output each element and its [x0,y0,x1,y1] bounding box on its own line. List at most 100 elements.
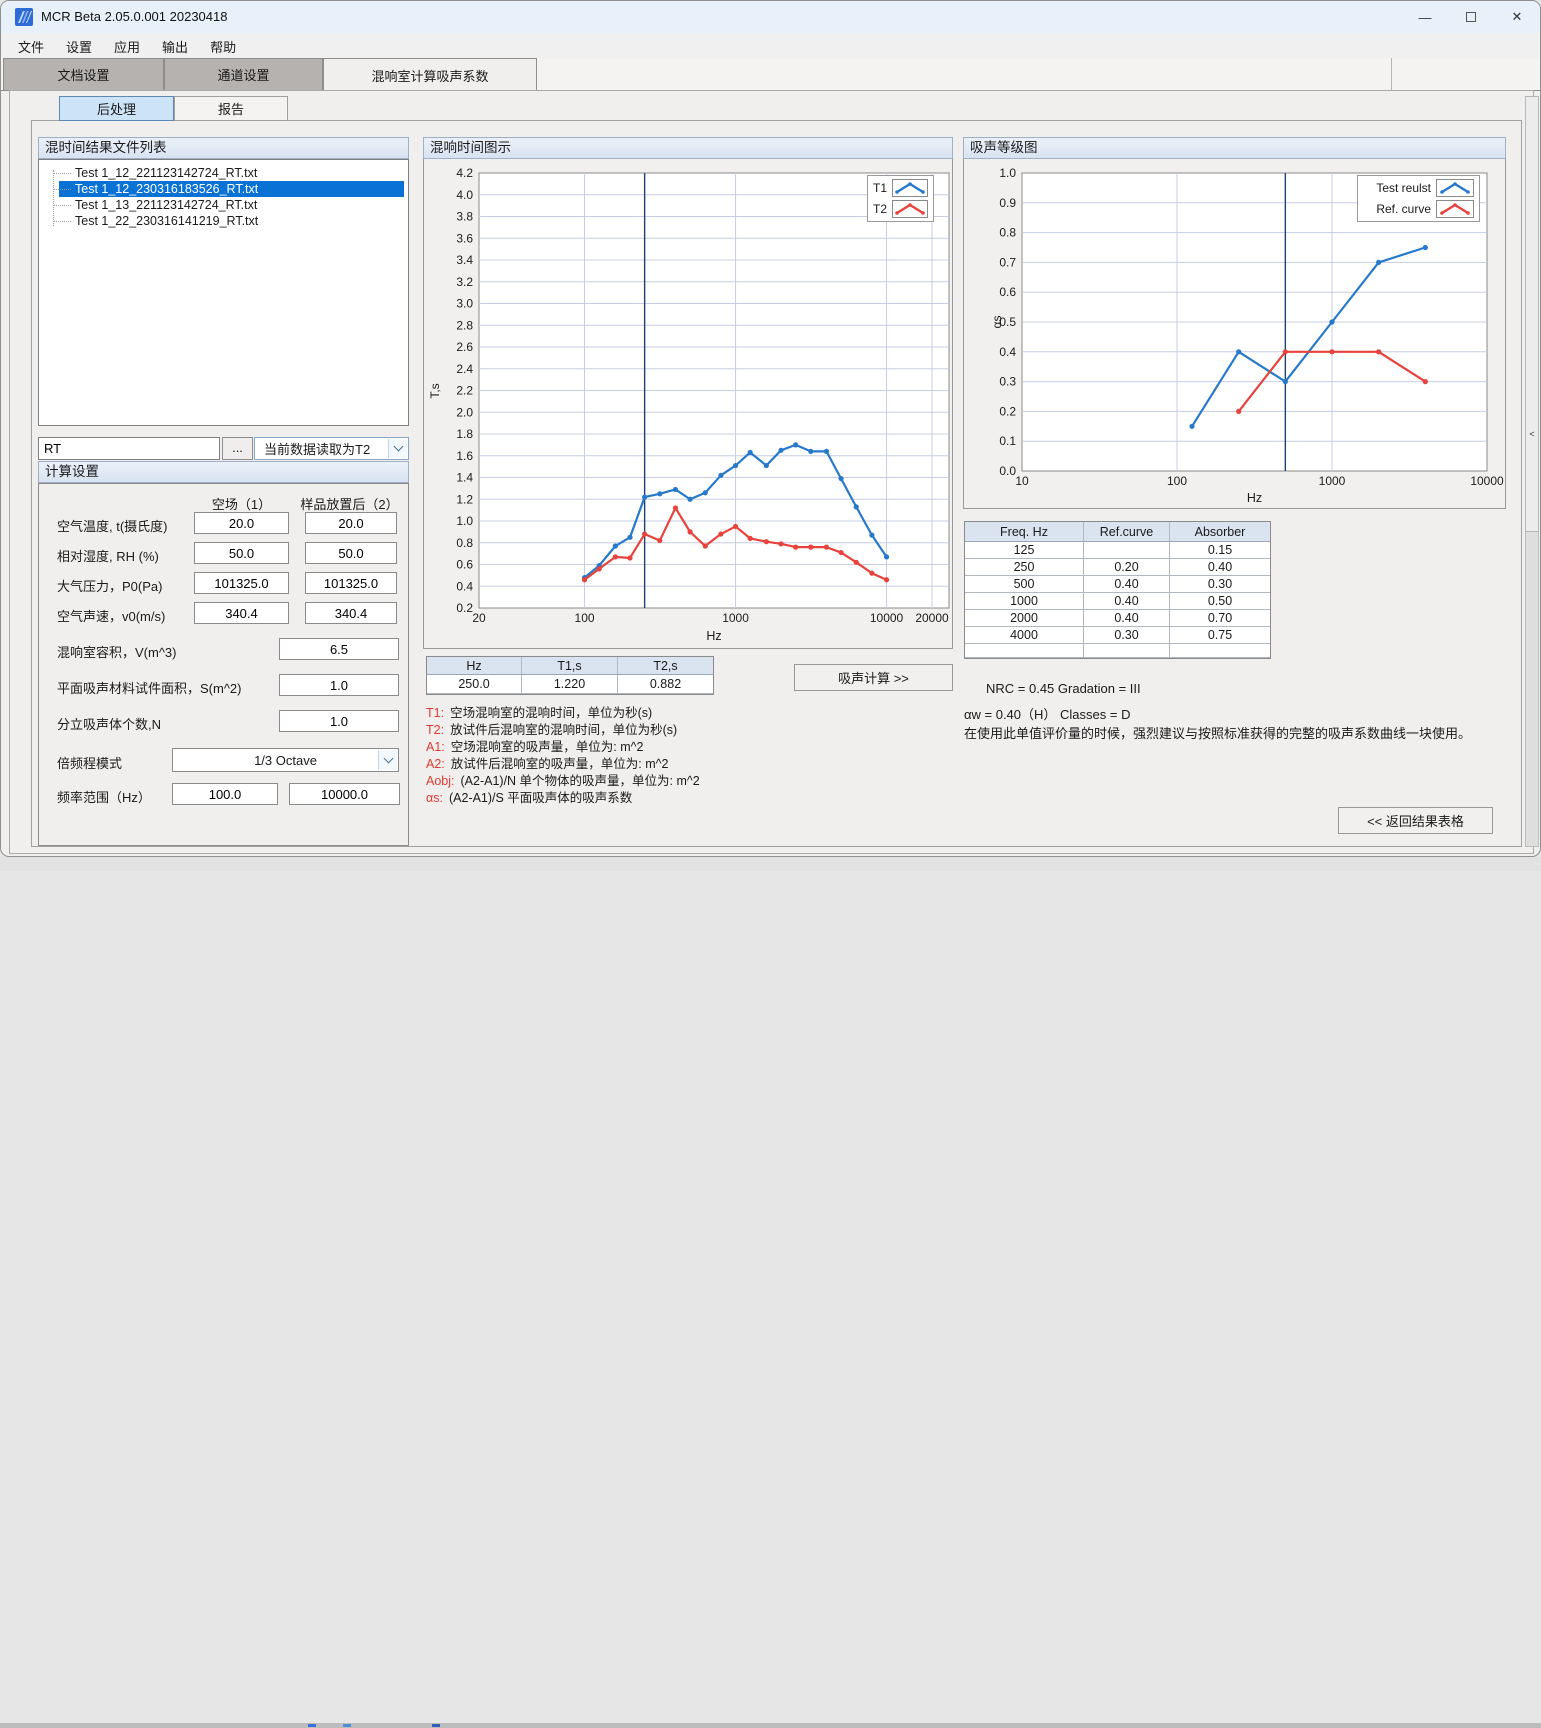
freq-min-input[interactable] [172,783,278,805]
note-text-0: 空场混响室的混响时间，单位为秒(s) [450,706,652,720]
freq-max-input[interactable] [289,783,400,805]
absorb-calc-button[interactable]: 吸声计算 >> [794,664,953,691]
svg-text:4.0: 4.0 [456,188,473,202]
svg-text:3.8: 3.8 [456,210,473,224]
note-key-5: αs: [426,791,443,805]
rt-file-list[interactable]: Test 1_12_221123142724_RT.txtTest 1_12_2… [38,159,409,426]
series-curve-icon [892,200,928,218]
table-cell-5-2: 0.75 [1170,627,1270,644]
tab-2[interactable]: 混响室计算吸声系数 [323,58,537,91]
setting-input-2-2[interactable] [305,572,397,594]
subtab-report[interactable]: 报告 [174,96,288,121]
table-cell-2-1: 0.40 [1084,576,1170,593]
table-row: 20000.400.70 [965,610,1270,627]
svg-text:0.2: 0.2 [999,404,1016,418]
note-line-3: A2:放试件后混响室的吸声量，单位为: m^2 [426,756,700,773]
menu-bar: 文件设置应用输出帮助 [1,33,1540,57]
table-cell-6-1 [1084,644,1170,658]
table-cell-5-0: 4000 [965,627,1084,644]
svg-text:3.2: 3.2 [456,275,473,289]
svg-text:20000: 20000 [915,611,949,625]
svg-text:3.6: 3.6 [456,231,473,245]
rt-name-input[interactable] [38,437,220,460]
svg-text:0.6: 0.6 [999,285,1016,299]
col-header-with-sample: 样品放置后（2） [297,494,402,513]
table-header-cell-0-0: Hz [427,657,522,675]
table-cell-3-0: 1000 [965,593,1084,610]
svg-text:1.0: 1.0 [456,514,473,528]
menu-item-3[interactable]: 输出 [151,33,199,57]
tabstrip-divider [1391,58,1392,91]
svg-text:0.6: 0.6 [456,558,473,572]
setting-input-2-1[interactable] [194,572,289,594]
tab-1[interactable]: 通道设置 [164,58,323,90]
file-list-item-2[interactable]: Test 1_13_221123142724_RT.txt [59,197,404,213]
legend-label-1: T2 [873,202,887,216]
file-list-item-3[interactable]: Test 1_22_230316141219_RT.txt [59,213,404,229]
table-cell-0-1: 1.220 [522,675,618,694]
combo-value: 当前数据读取为T2 [264,439,370,458]
table-row: 2500.200.40 [965,559,1270,576]
table-cell-1-1: 0.20 [1084,559,1170,576]
svg-text:Hz: Hz [706,629,721,643]
aw-result-text: αw = 0.40（H） Classes = D [964,704,1130,723]
data-read-combobox[interactable]: 当前数据读取为T2 [254,437,409,460]
table-cell-6-0 [965,644,1084,658]
table-cell-6-2 [1170,644,1270,658]
menu-item-0[interactable]: 文件 [7,33,55,57]
svg-text:0.4: 0.4 [999,345,1016,359]
menu-item-4[interactable]: 帮助 [199,33,247,57]
note-text-2: 空场混响室的吸声量，单位为: m^2 [451,740,644,754]
table-cell-1-2: 0.40 [1170,559,1270,576]
file-list-header: 混时间结果文件列表 [38,137,409,159]
maximize-button[interactable] [1448,1,1494,33]
setting-single-input-2[interactable] [279,710,399,732]
setting-single-input-0[interactable] [279,638,399,660]
rt-chart-legend: T1 T2 [867,175,934,222]
taskbar-speck [343,1724,351,1727]
legend-entry-1: Ref. curve [1363,200,1474,218]
svg-text:0.0: 0.0 [999,464,1016,478]
table-header-cell-0-0: Freq. Hz [965,522,1084,542]
setting-input-1-1[interactable] [194,542,289,564]
browse-button[interactable]: ... [222,437,253,460]
subtab-postprocess[interactable]: 后处理 [59,96,174,121]
file-list-item-1[interactable]: Test 1_12_230316183526_RT.txt [59,181,404,197]
setting-input-1-2[interactable] [305,542,397,564]
note-key-2: A1: [426,740,445,754]
tab-0[interactable]: 文档设置 [3,58,164,90]
legend-label-0: T1 [873,181,887,195]
chevron-down-icon[interactable] [378,750,397,770]
svg-text:0.7: 0.7 [999,255,1016,269]
back-to-results-button[interactable]: << 返回结果表格 [1338,807,1493,834]
series-curve-icon [1436,200,1474,218]
octave-mode-combobox[interactable]: 1/3 Octave [172,748,399,772]
setting-input-0-1[interactable] [194,512,289,534]
setting-input-3-2[interactable] [305,602,397,624]
close-button[interactable]: ✕ [1494,1,1540,33]
setting-single-input-1[interactable] [279,674,399,696]
nrc-result-text: NRC = 0.45 Gradation = III [986,681,1141,696]
setting-input-0-2[interactable] [305,512,397,534]
svg-text:1.6: 1.6 [456,449,473,463]
note-line-2: A1: 空场混响室的吸声量，单位为: m^2 [426,739,700,756]
file-list-item-0[interactable]: Test 1_12_221123142724_RT.txt [59,165,404,181]
menu-item-2[interactable]: 应用 [103,33,151,57]
note-line-4: Aobj:(A2-A1)/N 单个物体的吸声量，单位为: m^2 [426,773,700,790]
menu-item-1[interactable]: 设置 [55,33,103,57]
chevron-down-icon[interactable] [388,439,407,458]
setting-input-3-1[interactable] [194,602,289,624]
collapse-panel-splitter[interactable]: < [1525,96,1539,532]
svg-text:100: 100 [1167,474,1187,488]
grade-chart-header: 吸声等级图 [963,137,1506,159]
rt-chart[interactable]: 0.20.40.60.81.01.21.41.61.82.02.22.42.62… [423,159,953,649]
table-cell-4-2: 0.70 [1170,610,1270,627]
table-cell-0-0: 125 [965,542,1084,559]
minimize-button[interactable]: — [1402,1,1448,33]
note-key-4: Aobj: [426,774,455,788]
series-curve-icon [1436,179,1474,197]
legend-entry-1: T2 [873,200,928,218]
table-row: 40000.300.75 [965,627,1270,644]
svg-text:10000: 10000 [870,611,904,625]
svg-text:2.8: 2.8 [456,318,473,332]
